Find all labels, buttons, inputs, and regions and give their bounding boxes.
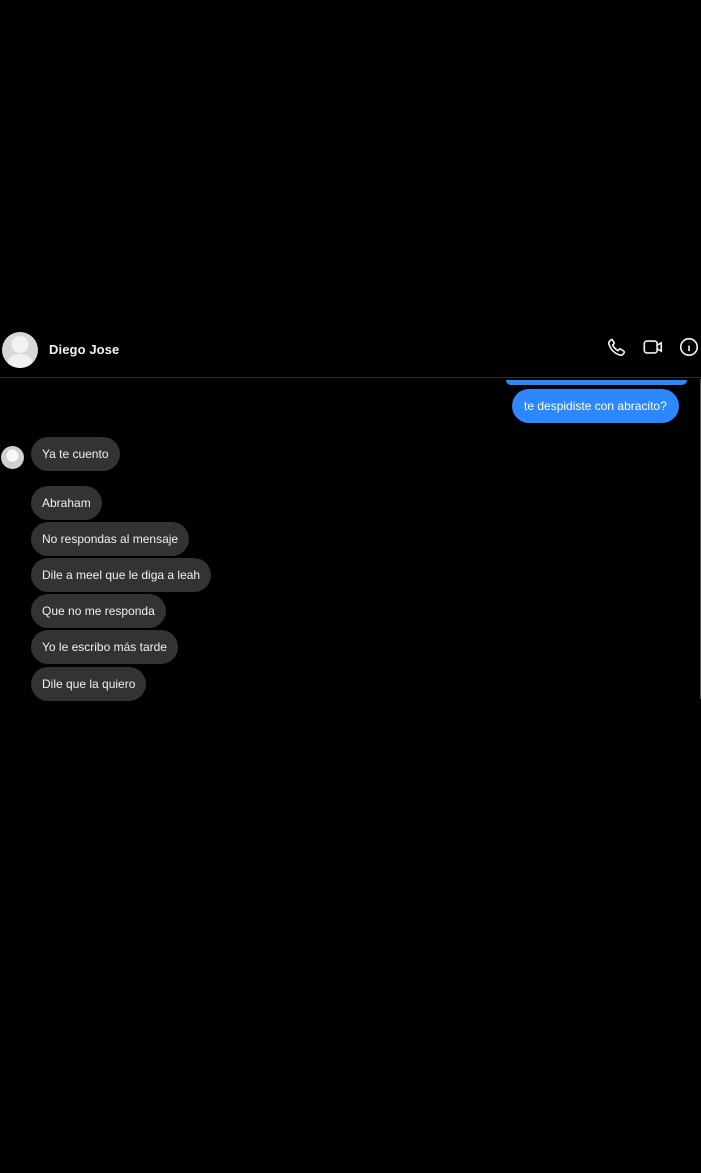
received-message-bubble[interactable]: No respondas al mensaje [31, 522, 190, 556]
video-call-button[interactable] [641, 335, 665, 359]
phone-icon [607, 338, 626, 357]
header-actions [605, 335, 701, 359]
chat-header: Diego Jose [0, 322, 701, 378]
received-message-bubble[interactable]: Dile que la quiero [31, 667, 147, 701]
message-thread[interactable]: te despidiste con abracito? Ya te cuento… [0, 379, 701, 709]
sender-avatar[interactable] [1, 446, 24, 469]
previous-sent-message-fragment [506, 380, 687, 385]
sent-message-bubble[interactable]: te despidiste con abracito? [512, 389, 679, 423]
info-icon [679, 337, 699, 357]
received-message-bubble[interactable]: Abraham [31, 486, 102, 520]
received-message-bubble[interactable]: Yo le escribo más tarde [31, 630, 178, 664]
received-message-bubble[interactable]: Dile a meel que le diga a leah [31, 558, 212, 592]
contact-name[interactable]: Diego Jose [49, 342, 119, 357]
conversation-info-button[interactable] [677, 335, 701, 359]
received-message-bubble[interactable]: Ya te cuento [31, 437, 120, 471]
voice-call-button[interactable] [605, 335, 629, 359]
received-message-bubble[interactable]: Que no me responda [31, 594, 166, 628]
video-camera-icon [643, 340, 663, 354]
contact-avatar[interactable] [2, 331, 38, 368]
messenger-chat-screen: Diego Jose te despidiste con abracito? Y… [0, 0, 701, 1173]
